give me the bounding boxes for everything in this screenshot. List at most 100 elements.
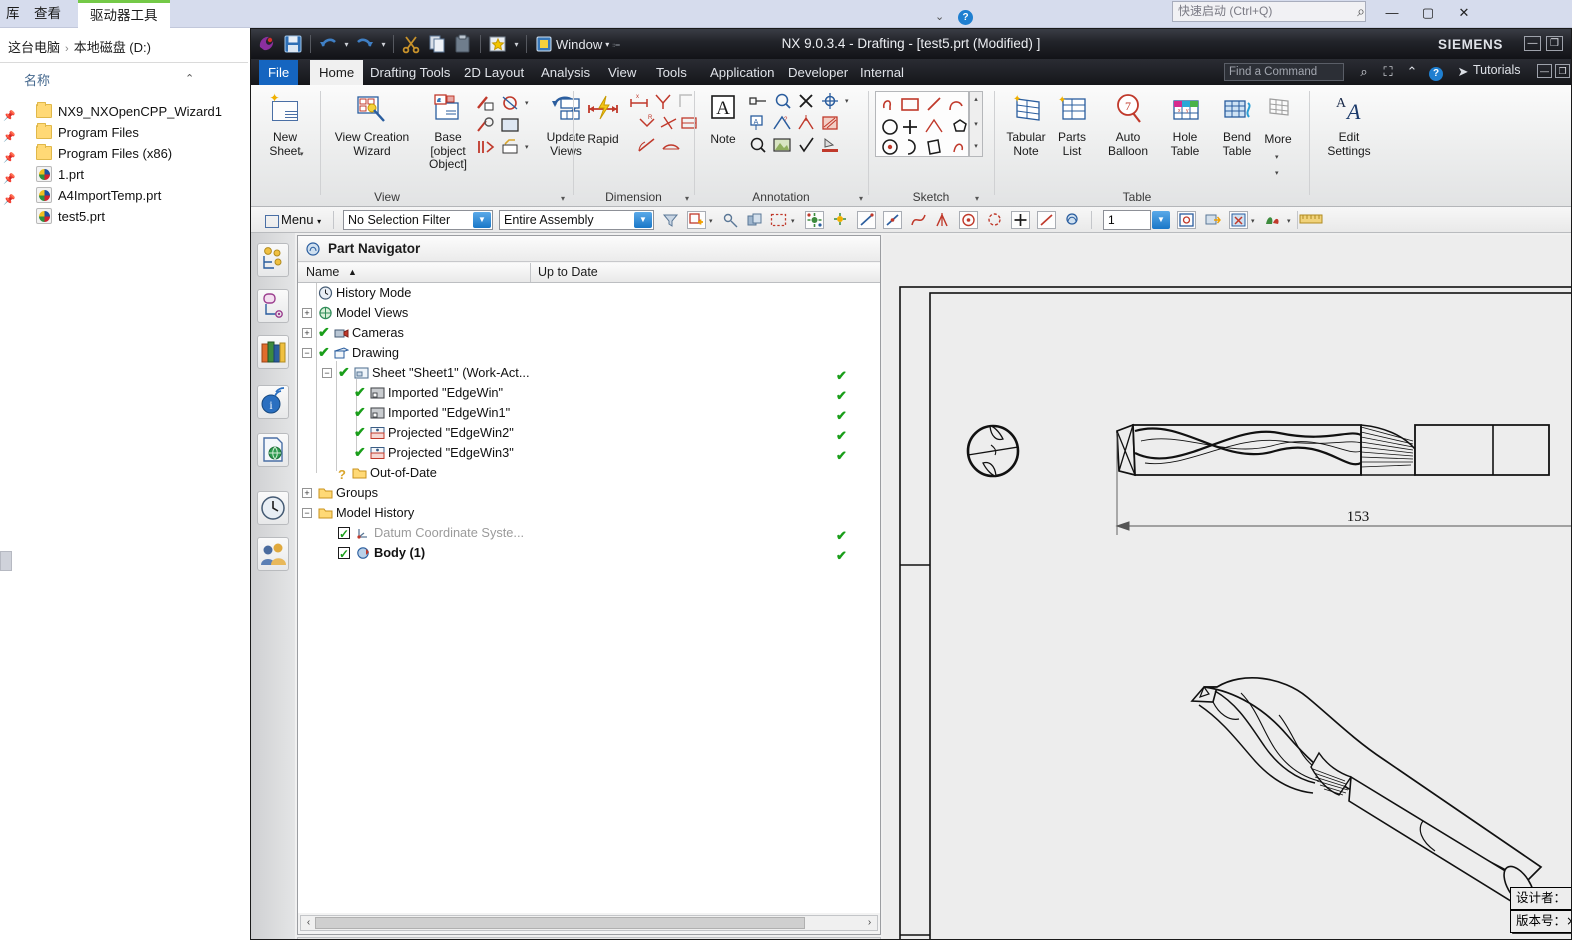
- image-icon[interactable]: [771, 135, 793, 155]
- section-view-icon[interactable]: [475, 137, 497, 157]
- radial-dimension-icon[interactable]: R: [636, 113, 658, 133]
- snap-point-icon[interactable]: [721, 211, 740, 229]
- expander-icon[interactable]: +: [302, 328, 312, 338]
- nx-logo-icon[interactable]: [255, 32, 279, 56]
- ribbon-restore-button[interactable]: ❐: [1555, 64, 1570, 78]
- constraint-navigator-button[interactable]: [257, 289, 289, 323]
- quick-launch-search-icon[interactable]: ⌕: [1352, 2, 1370, 20]
- favorites-dropdown-icon[interactable]: ▾: [512, 40, 521, 49]
- explorer-help-icon[interactable]: ?: [958, 10, 973, 25]
- column-divider[interactable]: [530, 263, 531, 282]
- column-header-up-to-date[interactable]: Up to Date: [538, 263, 598, 282]
- tab-2d-layout[interactable]: 2D Layout: [455, 60, 533, 85]
- select-rectangle-dropdown-icon[interactable]: ▾: [791, 217, 795, 225]
- surface-finish-icon[interactable]: ?: [771, 113, 793, 133]
- tutorials-icon[interactable]: ➤: [1454, 63, 1472, 81]
- add-selection-dropdown-icon[interactable]: ▾: [709, 217, 713, 225]
- expander-icon[interactable]: −: [302, 508, 312, 518]
- copy-icon[interactable]: [425, 32, 449, 56]
- list-item[interactable]: 📌 NX9_NXOpenCPP_Wizard1: [0, 101, 248, 122]
- move-to-layer-icon[interactable]: [1203, 211, 1222, 229]
- sketch-gallery-scrollbar[interactable]: ▴ ▾ ▾: [969, 91, 983, 157]
- tree-row-imported-edgewin[interactable]: ✔ Imported "EdgeWin" ✔: [298, 383, 880, 403]
- more-dropdown-icon[interactable]: ▾: [1275, 151, 1279, 164]
- scroll-left-arrow-icon[interactable]: ‹: [302, 916, 315, 929]
- column-header-name[interactable]: Name: [306, 263, 339, 282]
- display-mode-dropdown-icon[interactable]: ▾: [1287, 217, 1291, 225]
- row-checkbox[interactable]: [338, 524, 350, 544]
- help-icon[interactable]: ?: [1427, 63, 1445, 81]
- snap-intersection-icon[interactable]: [933, 211, 952, 229]
- expander-icon[interactable]: +: [302, 308, 312, 318]
- tab-internal[interactable]: Internal: [851, 60, 913, 85]
- snap-grid-icon[interactable]: [831, 211, 850, 229]
- sketch-gallery[interactable]: [875, 91, 969, 157]
- angle-dimension-icon[interactable]: [636, 135, 658, 155]
- paste-icon[interactable]: [451, 32, 475, 56]
- tree-row-history-mode[interactable]: History Mode: [298, 283, 880, 303]
- ruler-tool-icon[interactable]: [1299, 211, 1323, 229]
- view-group-dialog-launcher-icon[interactable]: ▾: [561, 194, 565, 203]
- roles-button[interactable]: [257, 537, 289, 571]
- tab-drafting-tools[interactable]: Drafting Tools: [361, 60, 459, 85]
- find-command-input[interactable]: Find a Command: [1224, 63, 1344, 81]
- tree-row-projected-edgewin2[interactable]: ✔ Projected "EdgeWin2" ✔: [298, 423, 880, 443]
- tree-row-datum-csys[interactable]: Datum Coordinate Syste... ✔: [298, 523, 880, 544]
- reuse-library-button[interactable]: [257, 335, 289, 369]
- hatch-area-icon[interactable]: [819, 113, 841, 133]
- tab-home[interactable]: Home: [310, 60, 364, 85]
- breadcrumb[interactable]: 这台电脑 › 本地磁盘 (D:): [0, 36, 250, 60]
- sketch-scroll-down-icon[interactable]: ▾: [971, 118, 981, 132]
- undo-dropdown-icon[interactable]: ▾: [342, 40, 351, 49]
- explorer-nav-pane-handle[interactable]: [0, 551, 12, 571]
- explorer-ribbon-collapse-chevron-icon[interactable]: ⌄: [935, 10, 944, 23]
- tutorials-link[interactable]: Tutorials: [1473, 63, 1520, 77]
- selection-filter-dropdown-icon[interactable]: ▼: [473, 212, 491, 228]
- explorer-tab-drive-tools[interactable]: 驱动器工具: [78, 0, 170, 28]
- layer-number-input[interactable]: 1: [1103, 210, 1151, 230]
- feature-control-frame-icon[interactable]: [747, 91, 769, 111]
- tree-row-cameras[interactable]: + ✔ Cameras: [298, 323, 880, 343]
- annotation-overflow-dropdown-icon[interactable]: ▾: [845, 97, 849, 105]
- history-button[interactable]: [257, 491, 289, 525]
- menu-dropdown-icon[interactable]: ▾: [317, 217, 321, 226]
- projected-view-icon[interactable]: [475, 93, 497, 113]
- tree-row-projected-edgewin3[interactable]: ✔ Projected "EdgeWin3" ✔: [298, 443, 880, 463]
- selection-filter-combo[interactable]: No Selection Filter ▼: [343, 210, 493, 230]
- tree-row-drawing[interactable]: − ✔ Drawing: [298, 343, 880, 363]
- detail-view-icon[interactable]: [499, 93, 521, 113]
- scroll-right-arrow-icon[interactable]: ›: [863, 916, 876, 929]
- tab-file[interactable]: File: [259, 60, 299, 85]
- layer-category-icon[interactable]: [1229, 211, 1248, 229]
- explorer-tab-view[interactable]: 查看: [22, 0, 73, 28]
- menu-button[interactable]: Menu ▾: [259, 210, 321, 230]
- add-selection-icon[interactable]: [687, 211, 706, 229]
- snap-center-icon[interactable]: [959, 211, 978, 229]
- snap-control-point-icon[interactable]: [909, 211, 928, 229]
- sketch-scroll-up-icon[interactable]: ▴: [971, 93, 981, 107]
- list-item[interactable]: 📌 A4ImportTemp.prt: [0, 185, 248, 206]
- nx-restore-button[interactable]: ❐: [1546, 36, 1563, 51]
- tab-analysis[interactable]: Analysis: [532, 60, 599, 85]
- snap-settings-icon[interactable]: [1063, 211, 1082, 229]
- weld-symbol-icon[interactable]: [819, 135, 841, 155]
- tree-row-sheet1[interactable]: − ✔ Sheet "Sheet1" (Work-Act... ✔: [298, 363, 880, 383]
- explorer-minimize-button[interactable]: —: [1374, 0, 1410, 26]
- save-icon[interactable]: [281, 32, 305, 56]
- web-browser-button[interactable]: [257, 433, 289, 467]
- tab-view[interactable]: View: [599, 60, 645, 85]
- linear-dimension-icon[interactable]: x: [628, 91, 650, 111]
- label-note-icon[interactable]: A: [747, 113, 769, 133]
- sketch-gallery-expand-icon[interactable]: ▾: [971, 140, 981, 154]
- snap-midpoint-icon[interactable]: [883, 211, 902, 229]
- layer-visible-icon[interactable]: [745, 211, 764, 229]
- assembly-navigator-button[interactable]: [257, 243, 289, 277]
- snap-endpoint-icon[interactable]: [857, 211, 876, 229]
- chevron-up-icon[interactable]: ⌃: [1403, 63, 1421, 81]
- list-item[interactable]: 📌 Program Files (x86): [0, 143, 248, 164]
- centerline-icon[interactable]: [795, 113, 817, 133]
- drawing-graphics-area[interactable]: Ø15 153: [883, 235, 1571, 939]
- tree-row-imported-edgewin1[interactable]: ✔ Imported "EdgeWin1" ✔: [298, 403, 880, 423]
- select-rectangle-icon[interactable]: [769, 211, 788, 229]
- window-menu-overflow-icon[interactable]: ⩴: [612, 39, 620, 50]
